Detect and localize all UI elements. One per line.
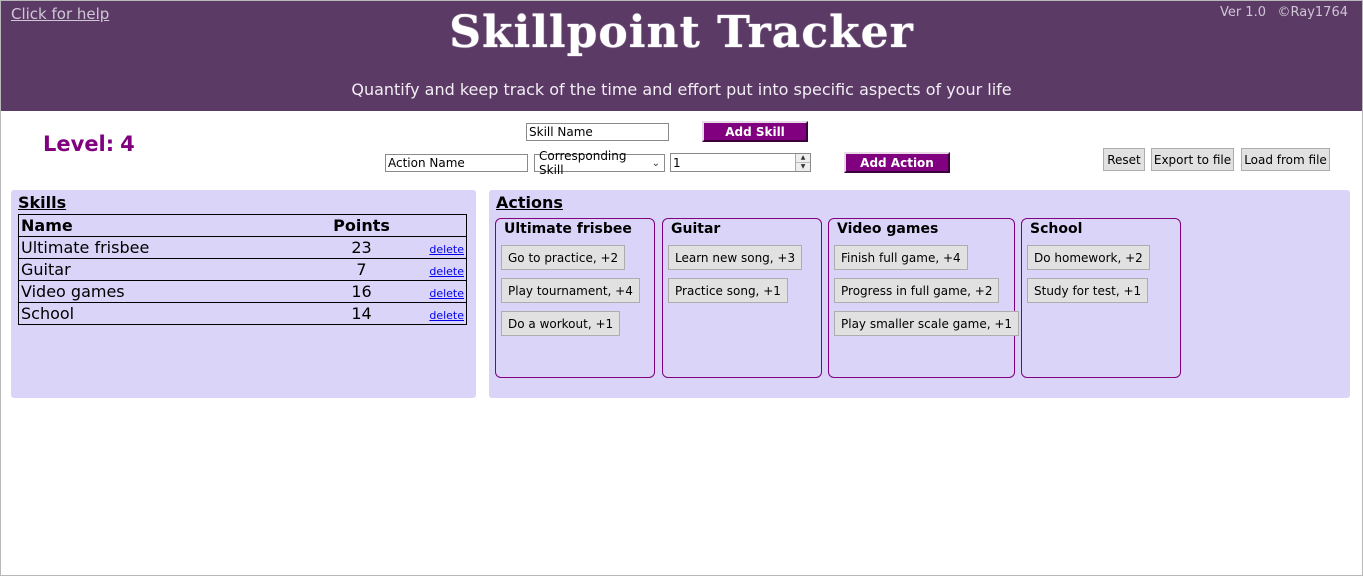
spin-down-icon[interactable]: ▼	[796, 162, 810, 170]
spin-up-icon[interactable]: ▲	[796, 154, 810, 162]
spin-buttons[interactable]: ▲ ▼	[795, 154, 810, 171]
delete-link[interactable]: delete	[429, 309, 464, 322]
table-row: Guitar 7 delete	[18, 258, 467, 281]
skill-name-cell: Ultimate frisbee	[18, 236, 302, 259]
delete-link[interactable]: delete	[429, 287, 464, 300]
skill-points-cell: 16	[301, 280, 422, 303]
add-action-button[interactable]: Add Action	[844, 152, 950, 173]
skill-points-cell: 14	[301, 302, 422, 325]
skill-name-cell: Guitar	[18, 258, 302, 281]
table-row: Ultimate frisbee 23 delete	[18, 236, 467, 259]
corresponding-skill-value: Corresponding Skill	[539, 149, 627, 177]
skills-title: Skills	[18, 193, 67, 212]
skill-name-input[interactable]	[526, 123, 669, 141]
action-button[interactable]: Do a workout, +1	[501, 311, 621, 336]
version-label: Ver 1.0	[1219, 5, 1266, 20]
action-button[interactable]: Do homework, +2	[1027, 245, 1150, 270]
skill-name-cell: Video games	[18, 280, 302, 303]
action-name-input[interactable]	[385, 154, 528, 172]
load-button[interactable]: Load from file	[1241, 148, 1330, 171]
action-button[interactable]: Play tournament, +4	[501, 278, 640, 303]
action-button[interactable]: Finish full game, +4	[834, 245, 968, 270]
chevron-down-icon: ⌄	[651, 157, 660, 169]
reset-button[interactable]: Reset	[1103, 148, 1145, 171]
skill-points-cell: 7	[301, 258, 422, 281]
action-button[interactable]: Learn new song, +3	[668, 245, 803, 270]
level-value: 4	[120, 132, 135, 156]
corresponding-skill-select[interactable]: Corresponding Skill ⌄	[534, 149, 665, 177]
skill-name-cell: School	[18, 302, 302, 325]
action-button[interactable]: Play smaller scale game, +1	[834, 311, 1020, 336]
action-button[interactable]: Practice song, +1	[668, 278, 788, 303]
table-row: School 14 delete	[18, 302, 467, 325]
export-button[interactable]: Export to file	[1151, 148, 1234, 171]
points-value: 1	[673, 156, 681, 170]
action-button[interactable]: Study for test, +1	[1027, 278, 1149, 303]
action-button[interactable]: Go to practice, +2	[501, 245, 626, 270]
table-header-row: Name Points	[18, 214, 467, 237]
action-group-ultimate-frisbee: Ultimate frisbee Go to practice, +2 Play…	[495, 218, 655, 378]
action-group-school: School Do homework, +2 Study for test, +…	[1021, 218, 1181, 378]
column-header-points: Points	[301, 214, 422, 237]
action-button[interactable]: Progress in full game, +2	[834, 278, 1000, 303]
delete-link[interactable]: delete	[429, 243, 464, 256]
action-group-title: Guitar	[671, 221, 721, 237]
level-label: Level:	[43, 132, 115, 156]
points-stepper[interactable]: 1 ▲ ▼	[670, 153, 811, 172]
action-group-video-games: Video games Finish full game, +4 Progres…	[828, 218, 1020, 378]
action-group-title: Ultimate frisbee	[504, 221, 632, 237]
skills-table: Name Points Ultimate frisbee 23 delete G…	[18, 214, 467, 325]
app-title: Skillpoint Tracker	[449, 7, 914, 58]
actions-title: Actions	[496, 193, 563, 212]
skill-points-cell: 23	[301, 236, 422, 259]
action-group-title: School	[1030, 221, 1083, 237]
action-group-guitar: Guitar Learn new song, +3 Practice song,…	[662, 218, 822, 378]
actions-panel: Actions Ultimate frisbee Go to practice,…	[489, 190, 1350, 398]
level-display: Level: 4	[43, 132, 135, 156]
action-group-title: Video games	[837, 221, 939, 237]
copyright-label: ©Ray1764	[1277, 5, 1349, 20]
add-skill-button[interactable]: Add Skill	[702, 121, 808, 142]
table-row: Video games 16 delete	[18, 280, 467, 303]
header-banner: Click for help Skillpoint Tracker Quanti…	[1, 1, 1362, 111]
app-subtitle: Quantify and keep track of the time and …	[351, 80, 1012, 99]
skills-panel: Skills Name Points Ultimate frisbee 23 d…	[11, 190, 476, 398]
delete-link[interactable]: delete	[429, 265, 464, 278]
column-header-name: Name	[18, 214, 302, 237]
